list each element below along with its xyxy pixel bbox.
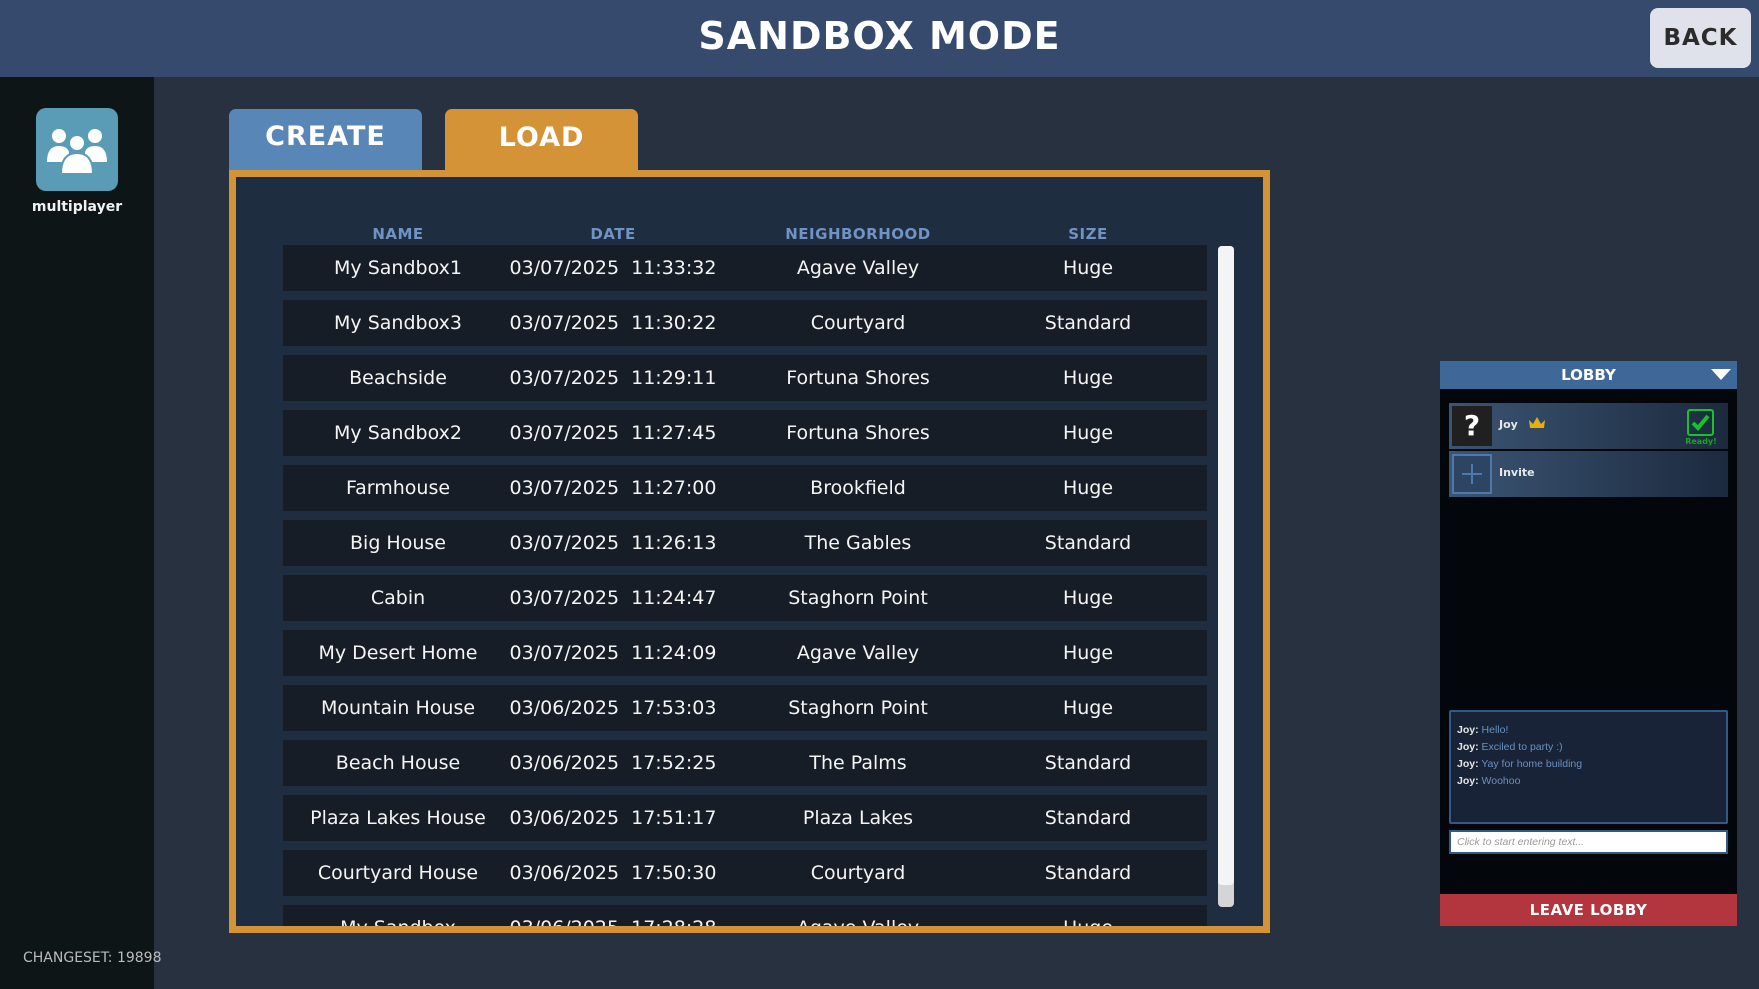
cell-name: My Desert Home	[318, 642, 478, 664]
cell-size: Standard	[1044, 532, 1132, 554]
avatar: ?	[1452, 406, 1492, 446]
multiplayer-button[interactable]	[36, 108, 118, 191]
plus-icon	[1452, 454, 1492, 494]
cell-date: 03/07/2025 11:33:32	[509, 257, 717, 279]
chat-text: Woohoo	[1481, 775, 1521, 787]
cell-date: 03/07/2025 11:24:09	[509, 642, 717, 664]
invite-button[interactable]: Invite	[1449, 451, 1728, 497]
table-row[interactable]: My Desert Home 03/07/2025 11:24:09 Agave V…	[283, 630, 1207, 676]
cell-date: 03/07/2025 11:26:13	[509, 532, 717, 554]
cell-date: 03/06/2025 17:28:28	[509, 917, 717, 933]
cell-date: 03/07/2025 11:24:47	[509, 587, 717, 609]
table-row[interactable]: Big House 03/07/2025 11:26:13 The Gables St…	[283, 520, 1207, 566]
ready-check-icon	[1687, 409, 1714, 436]
cell-name: Farmhouse	[345, 477, 451, 499]
cell-name: Beach House	[335, 752, 461, 774]
invite-label: Invite	[1499, 466, 1535, 479]
cell-size: Huge	[1062, 257, 1114, 279]
lobby-header[interactable]: LOBBY	[1440, 361, 1737, 389]
table-row[interactable]: Cabin 03/07/2025 11:24:47 Staghorn Point Hu…	[283, 575, 1207, 621]
cell-size: Huge	[1062, 917, 1114, 933]
back-button[interactable]: BACK	[1650, 8, 1751, 68]
cell-date: 03/06/2025 17:52:25	[509, 752, 717, 774]
cell-name: Beachside	[349, 367, 447, 389]
table-row[interactable]: My Sandbox1 03/07/2025 11:33:32 Agave Vall…	[283, 245, 1207, 291]
chat-message: Joy: Exciled to party :)	[1457, 739, 1720, 756]
column-header-name[interactable]: NAME	[283, 225, 513, 243]
table-row[interactable]: Courtyard House 03/06/2025 17:50:30 Courty…	[283, 850, 1207, 896]
cell-name: Mountain House	[320, 697, 476, 719]
chat-author: Joy:	[1457, 724, 1479, 736]
cell-date: 03/07/2025 11:29:11	[509, 367, 717, 389]
cell-date: 03/07/2025 11:27:00	[509, 477, 717, 499]
cell-size: Huge	[1062, 367, 1114, 389]
ready-status: Ready!	[1685, 437, 1717, 446]
cell-size: Standard	[1044, 862, 1132, 884]
cell-date: 03/06/2025 17:50:30	[509, 862, 717, 884]
tab-load[interactable]: LOAD	[445, 109, 638, 171]
cell-name: My Sandbox2	[334, 422, 462, 444]
cell-size: Huge	[1062, 697, 1114, 719]
tab-create[interactable]: CREATE	[229, 109, 422, 170]
load-panel: NAME DATE NEIGHBORHOOD SIZE My Sandbox1 0…	[229, 170, 1270, 933]
leave-lobby-button[interactable]: LEAVE LOBBY	[1440, 894, 1737, 926]
table-row[interactable]: Beachside 03/07/2025 11:29:11 Fortuna Shor…	[283, 355, 1207, 401]
table-row[interactable]: Plaza Lakes House 03/06/2025 17:51:17 Plaz…	[283, 795, 1207, 841]
lobby-member[interactable]: ? Joy Ready!	[1449, 403, 1728, 449]
chat-message: Joy: Yay for home building	[1457, 756, 1720, 773]
table-row[interactable]: Beach House 03/06/2025 17:52:25 The Palms S…	[283, 740, 1207, 786]
cell-name: Big House	[350, 532, 446, 554]
scrollbar-track[interactable]	[1218, 246, 1234, 907]
changeset-label: CHANGESET: 19898	[23, 950, 162, 966]
chat-log: Joy: Hello! Joy: Exciled to party :) Joy: …	[1449, 710, 1728, 824]
cell-date: 03/07/2025 11:30:22	[509, 312, 717, 334]
scrollbar-thumb[interactable]	[1218, 246, 1234, 885]
cell-name: My Sandbox3	[334, 312, 462, 334]
multiplayer-label: multiplayer	[31, 199, 123, 215]
chat-input[interactable]	[1449, 830, 1728, 854]
cell-name: Plaza Lakes House	[310, 807, 486, 829]
column-header-date[interactable]: DATE	[483, 225, 743, 243]
cell-date: 03/07/2025 11:27:45	[509, 422, 717, 444]
chat-text: Yay for home building	[1481, 758, 1583, 770]
chat-author: Joy:	[1457, 758, 1479, 770]
chat-text: Hello!	[1481, 724, 1509, 736]
table-row[interactable]: My Sandbox3 03/07/2025 11:30:22 Courtyard S…	[283, 300, 1207, 346]
table-row[interactable]: My Sandbox2 03/07/2025 11:27:45 Fortuna Sh…	[283, 410, 1207, 456]
lobby-title: LOBBY	[1561, 366, 1616, 384]
page-title: SANDBOX MODE	[698, 14, 1061, 58]
cell-size: Huge	[1062, 587, 1114, 609]
cell-name: Courtyard House	[317, 862, 479, 884]
chat-author: Joy:	[1457, 741, 1479, 753]
sidebar: multiplayer	[0, 77, 154, 989]
lobby-panel: LOBBY ? Joy Ready! Invite Joy: Hello! Joy…	[1440, 361, 1737, 926]
cell-date: 03/06/2025 17:53:03	[509, 697, 717, 719]
column-header-size[interactable]: SIZE	[953, 225, 1223, 243]
table-row[interactable]: My Sandbox 03/06/2025 17:28:28 Agave Valle…	[283, 905, 1207, 933]
cell-size: Standard	[1044, 312, 1132, 334]
collapse-caret-icon[interactable]	[1711, 369, 1731, 380]
chat-text: Exciled to party :)	[1481, 741, 1563, 753]
cell-name: My Sandbox1	[334, 257, 462, 279]
cell-size: Huge	[1062, 642, 1114, 664]
cell-size: Standard	[1044, 807, 1132, 829]
cell-name: My Sandbox	[340, 917, 456, 933]
cell-date: 03/06/2025 17:51:17	[509, 807, 717, 829]
cell-name: Cabin	[370, 587, 426, 609]
member-name: Joy	[1499, 418, 1518, 431]
cell-size: Huge	[1062, 477, 1114, 499]
top-bar: SANDBOX MODE BACK	[0, 0, 1759, 77]
cell-size: Standard	[1044, 752, 1132, 774]
cell-size: Huge	[1062, 422, 1114, 444]
chat-message: Joy: Woohoo	[1457, 773, 1720, 790]
table-row[interactable]: Farmhouse 03/07/2025 11:27:00 Brookfield Hu…	[283, 465, 1207, 511]
table-row[interactable]: Mountain House 03/06/2025 17:53:03 Staghor…	[283, 685, 1207, 731]
chat-message: Joy: Hello!	[1457, 722, 1720, 739]
crown-icon	[1529, 417, 1545, 428]
chat-author: Joy:	[1457, 775, 1479, 787]
save-list: My Sandbox1 03/07/2025 11:33:32 Agave Vall…	[283, 245, 1207, 933]
multiplayer-users-icon	[47, 128, 107, 175]
